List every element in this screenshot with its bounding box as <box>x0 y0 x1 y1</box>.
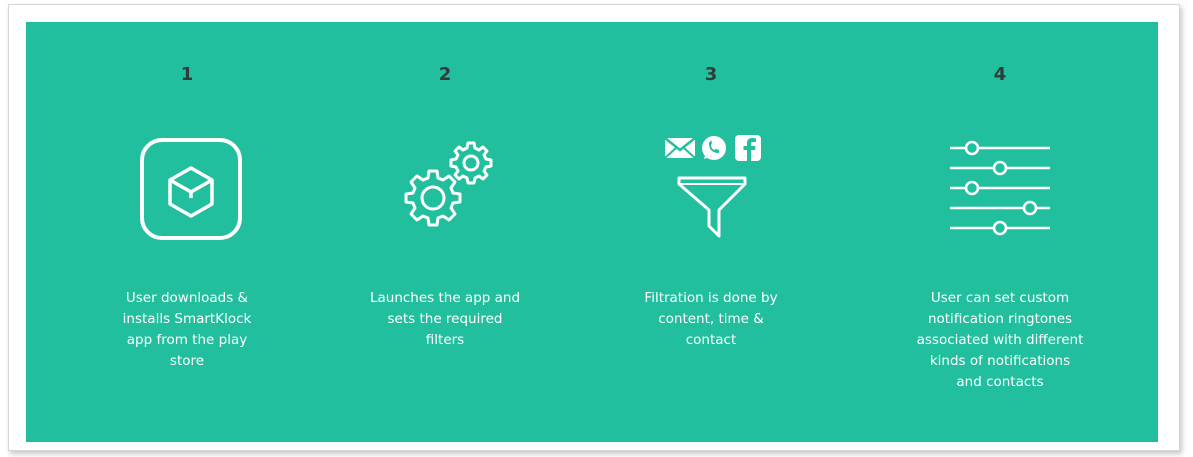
step-number: 1 <box>180 64 194 85</box>
whatsapp-icon <box>702 136 726 160</box>
facebook-icon <box>735 135 761 161</box>
mail-icon <box>664 137 696 159</box>
step-1: 1 User downloads & installs SmartKlock a… <box>72 22 302 442</box>
step-description: User can set custom notification rington… <box>916 290 1084 390</box>
sliders-icon <box>940 132 1060 252</box>
step-number: 2 <box>438 64 452 85</box>
step-description: User downloads & installs SmartKlock app… <box>122 290 252 369</box>
gears-icon <box>385 132 505 252</box>
app-box-icon <box>127 132 247 252</box>
step-3: 3 Filtration is done by content, time & … <box>596 22 826 442</box>
step-description: Filtration is done by content, time & co… <box>644 290 778 348</box>
process-steps-panel: 1 User downloads & installs SmartKlock a… <box>26 22 1158 442</box>
step-2: 2 Launches the app and sets the required… <box>330 22 560 442</box>
step-number: 4 <box>993 64 1007 85</box>
step-description: Launches the app and sets the required f… <box>369 290 521 348</box>
step-number: 3 <box>704 64 718 85</box>
funnel-filter-icon <box>651 132 771 252</box>
step-4: 4 User can set custom notification ringt… <box>885 22 1115 442</box>
